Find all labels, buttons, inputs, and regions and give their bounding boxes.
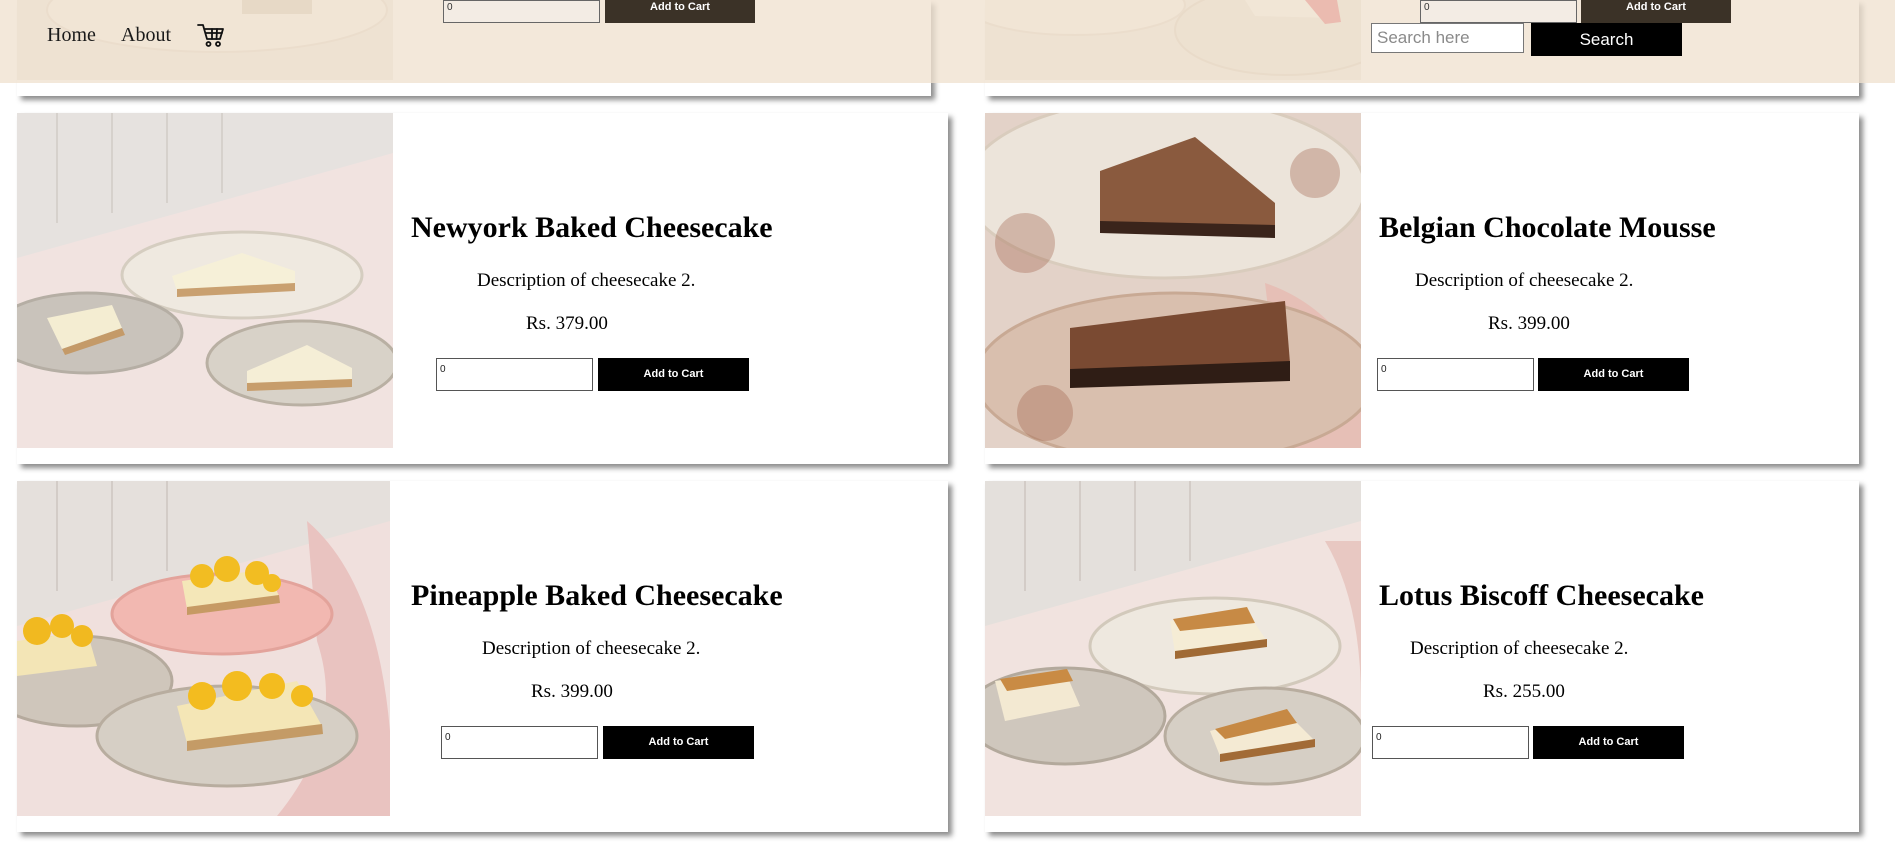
product-description: Description of cheesecake 2. [482,638,701,659]
product-price: Rs. 399.00 [1488,313,1570,334]
product-info: Pineapple Baked Cheesecake Description o… [393,481,948,832]
add-to-cart-button[interactable]: Add to Cart [605,0,755,23]
product-info: Belgian Chocolate Mousse Description of … [1361,113,1859,464]
product-description: Description of cheesecake 2. [1410,638,1629,659]
product-title: Belgian Chocolate Mousse [1379,211,1716,244]
quantity-input[interactable]: 0 [436,358,593,391]
product-price: Rs. 379.00 [526,313,608,334]
add-to-cart-button[interactable]: Add to Cart [1581,0,1731,23]
search-button[interactable]: Search [1531,23,1682,56]
add-to-cart-button[interactable]: Add to Cart [598,358,749,391]
product-description: Description of cheesecake 2. [477,270,696,291]
product-card: Belgian Chocolate Mousse Description of … [985,113,1859,464]
add-to-cart-button[interactable]: Add to Cart [1538,358,1689,391]
product-price: Rs. 255.00 [1483,681,1565,702]
quantity-input[interactable]: 0 [1372,726,1529,759]
product-image [17,113,393,448]
quantity-input[interactable]: 0 [441,726,598,759]
add-to-cart-button[interactable]: Add to Cart [1533,726,1684,759]
nav-home-link[interactable]: Home [47,24,96,47]
nav-about-link[interactable]: About [121,24,171,47]
product-description: Description of cheesecake 2. [1415,270,1634,291]
product-card: Newyork Baked Cheesecake Description of … [17,113,948,464]
product-title: Pineapple Baked Cheesecake [411,579,783,612]
shopping-cart-icon[interactable] [196,20,226,50]
product-image [17,481,390,816]
quantity-input[interactable]: 0 [443,0,600,23]
product-title: Lotus Biscoff Cheesecake [1379,579,1704,612]
search-input[interactable] [1371,23,1524,53]
product-price: Rs. 399.00 [531,681,613,702]
add-to-cart-button[interactable]: Add to Cart [603,726,754,759]
product-card: Lotus Biscoff Cheesecake Description of … [985,481,1859,832]
product-image [985,113,1361,448]
product-info: Lotus Biscoff Cheesecake Description of … [1361,481,1859,832]
quantity-input[interactable]: 0 [1420,0,1577,23]
quantity-input[interactable]: 0 [1377,358,1534,391]
product-image [985,481,1361,816]
product-title: Newyork Baked Cheesecake [411,211,773,244]
product-info: Newyork Baked Cheesecake Description of … [393,113,948,464]
product-card: Pineapple Baked Cheesecake Description o… [17,481,948,832]
